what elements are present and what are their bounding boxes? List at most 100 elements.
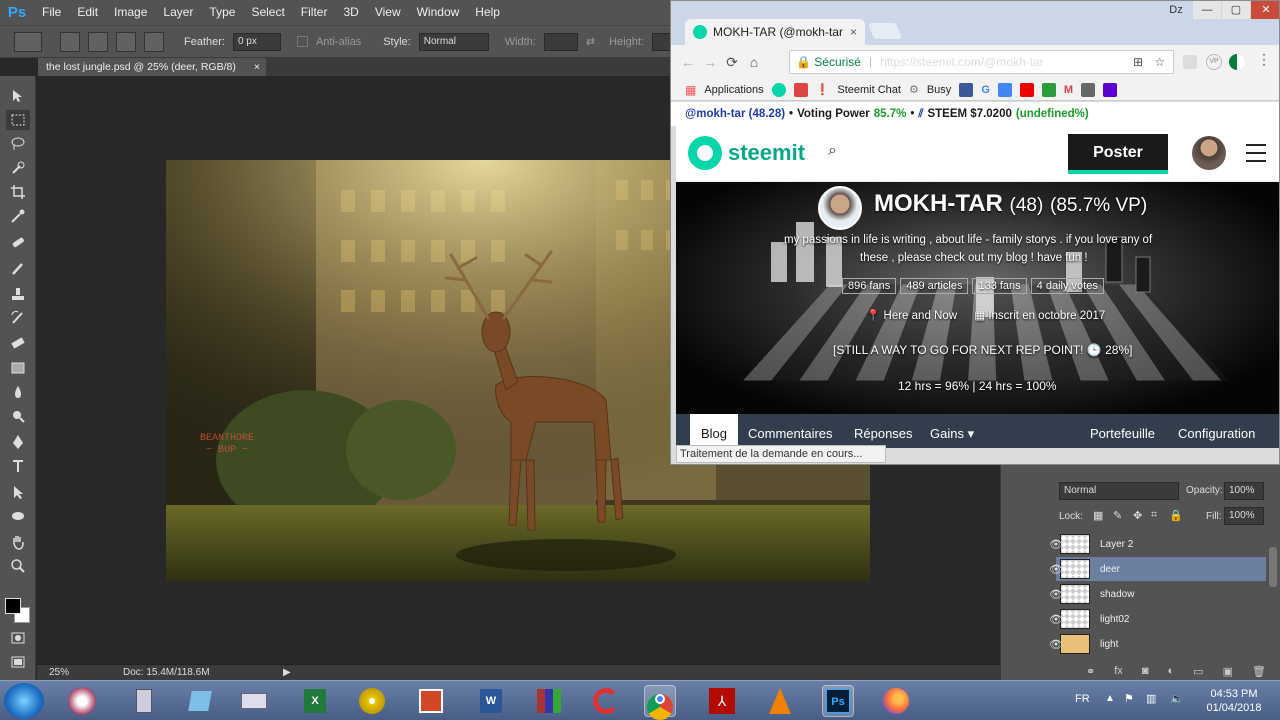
tray-app-icon[interactable]: ⚑ [1124, 692, 1134, 705]
layer-row[interactable]: 👁 light02 [1049, 607, 1266, 631]
steemit-logo-icon[interactable] [688, 136, 722, 170]
antialias-checkbox[interactable] [296, 36, 308, 47]
google-icon[interactable]: G [981, 84, 990, 96]
layer-row[interactable]: 👁 shadow [1049, 582, 1266, 606]
network-icon[interactable]: ▥ [1146, 692, 1156, 705]
close-icon[interactable]: × [254, 58, 260, 76]
translate-bookmark-icon[interactable] [997, 82, 1012, 97]
yahoo-icon[interactable] [1103, 82, 1118, 97]
chrome-app-icon[interactable] [644, 685, 676, 720]
bookmark-star-icon[interactable]: ☆ [1154, 55, 1165, 69]
new-layer-icon[interactable]: ▣ [1223, 665, 1233, 679]
vlc-app-icon[interactable] [764, 685, 796, 717]
chrome-menu-icon[interactable]: ⋮ [1257, 51, 1271, 68]
facebook-icon[interactable] [959, 82, 974, 97]
tab-wallet[interactable]: Portefeuille [1090, 414, 1155, 448]
quick-mask-icon[interactable] [6, 628, 30, 648]
hamburger-menu-icon[interactable] [1246, 144, 1266, 162]
winrar-app-icon[interactable] [532, 685, 564, 717]
menu-window[interactable]: Window [409, 0, 468, 25]
add-mask-icon[interactable]: ◙ [1142, 665, 1149, 679]
ellipse-tool-icon[interactable] [6, 506, 30, 526]
home-icon[interactable]: ⌂ [743, 54, 765, 70]
avatar[interactable] [1192, 136, 1226, 170]
eyedropper-icon[interactable] [6, 206, 30, 226]
menu-file[interactable]: File [34, 0, 69, 25]
tray-arrow-icon[interactable]: ▲ [1105, 693, 1115, 704]
marquee-tool-icon[interactable] [6, 110, 30, 130]
feather-input[interactable]: 0 px [232, 32, 281, 51]
ccleaner-app-icon[interactable] [590, 685, 622, 717]
eye-icon[interactable]: 👁 [1046, 588, 1066, 601]
new-selection-button[interactable] [60, 31, 80, 52]
zoom-tool-icon[interactable] [6, 556, 30, 576]
eye-icon[interactable]: 👁 [1046, 638, 1066, 651]
eye-icon[interactable]: 👁 [1046, 613, 1066, 626]
lock-all-icon[interactable]: 🔒 [1169, 509, 1183, 522]
pen-tool-icon[interactable] [6, 432, 30, 452]
opacity-input[interactable]: 100% [1224, 482, 1264, 500]
menu-select[interactable]: Select [243, 0, 292, 25]
quick-selection-icon[interactable] [6, 158, 30, 178]
profile-user-badge[interactable]: Dz [1161, 1, 1191, 19]
layers-scrollbar[interactable] [1269, 547, 1277, 587]
photoshop-app-icon[interactable]: Ps [822, 685, 854, 717]
bookmark-busy[interactable]: Busy [927, 84, 951, 96]
width-input[interactable] [543, 32, 578, 51]
hand-tool-icon[interactable] [6, 532, 30, 552]
lasso-tool-icon[interactable] [6, 134, 30, 154]
close-tab-icon[interactable]: × [850, 19, 857, 45]
paint-app-icon[interactable] [66, 685, 98, 717]
history-brush-icon[interactable] [6, 308, 30, 328]
menu-image[interactable]: Image [106, 0, 155, 25]
powerpoint-app-icon[interactable] [414, 685, 446, 717]
intersect-selection-button[interactable] [144, 31, 164, 52]
style-select[interactable]: Normal [418, 32, 489, 51]
gmail-bookmark-icon[interactable] [793, 82, 808, 97]
tab-blog[interactable]: Blog [690, 414, 738, 448]
lock-paint-icon[interactable]: ✎ [1113, 509, 1122, 522]
browser-tab[interactable]: MOKH-TAR (@mokh-tar × [685, 19, 865, 45]
calculator-app-icon[interactable] [128, 685, 160, 717]
subtract-selection-button[interactable] [116, 31, 136, 52]
menu-type[interactable]: Type [201, 0, 243, 25]
tab-replies[interactable]: Réponses [854, 414, 913, 448]
status-arrow-icon[interactable]: ▶ [283, 667, 291, 678]
tab-comments[interactable]: Commentaires [748, 414, 833, 448]
acrobat-app-icon[interactable]: ⅄ [706, 685, 738, 717]
blend-mode-select[interactable]: Normal [1059, 482, 1179, 500]
bookmark-applications[interactable]: Applications [704, 84, 763, 96]
move-tool-icon[interactable] [6, 86, 30, 106]
eraser-tool-icon[interactable] [6, 332, 30, 352]
menu-edit[interactable]: Edit [69, 0, 106, 25]
camera-bookmark-icon[interactable] [1081, 82, 1096, 97]
layer-row[interactable]: 👁 Layer 2 [1049, 532, 1266, 556]
language-indicator[interactable]: FR [1075, 693, 1090, 705]
lock-transparent-icon[interactable]: ▦ [1093, 509, 1103, 522]
menu-help[interactable]: Help [467, 0, 508, 25]
lock-artboard-icon[interactable]: ⌗ [1151, 509, 1157, 522]
word-app-icon[interactable]: W [474, 685, 506, 717]
dodge-tool-icon[interactable] [6, 406, 30, 426]
marquee-tool-preset[interactable] [14, 31, 42, 52]
brush-tool-icon[interactable] [6, 258, 30, 278]
swap-icon[interactable]: ⇄ [586, 35, 595, 48]
close-window-icon[interactable]: ✕ [1251, 1, 1279, 19]
layer-row[interactable]: 👁 deer [1049, 557, 1266, 581]
menu-layer[interactable]: Layer [155, 0, 201, 25]
excel-app-icon[interactable]: X [298, 685, 330, 717]
crop-tool-icon[interactable] [6, 182, 30, 202]
px-icon[interactable] [1041, 82, 1056, 97]
delete-layer-icon[interactable]: 🗑 [1252, 665, 1266, 679]
menu-filter[interactable]: Filter [293, 0, 336, 25]
path-selection-icon[interactable] [6, 482, 30, 502]
start-button-icon[interactable] [4, 683, 44, 719]
healing-brush-icon[interactable] [6, 232, 30, 252]
vp-extension-icon[interactable]: VP [1206, 54, 1222, 70]
ext-user[interactable]: @mokh-tar (48.28) [685, 108, 785, 120]
youtube-icon[interactable] [1019, 82, 1034, 97]
blur-tool-icon[interactable] [6, 382, 30, 402]
bookmark-steemit-chat[interactable]: Steemit Chat [837, 84, 901, 96]
maximize-icon[interactable]: ▢ [1222, 1, 1250, 19]
zoom-level[interactable]: 25% [37, 667, 83, 678]
